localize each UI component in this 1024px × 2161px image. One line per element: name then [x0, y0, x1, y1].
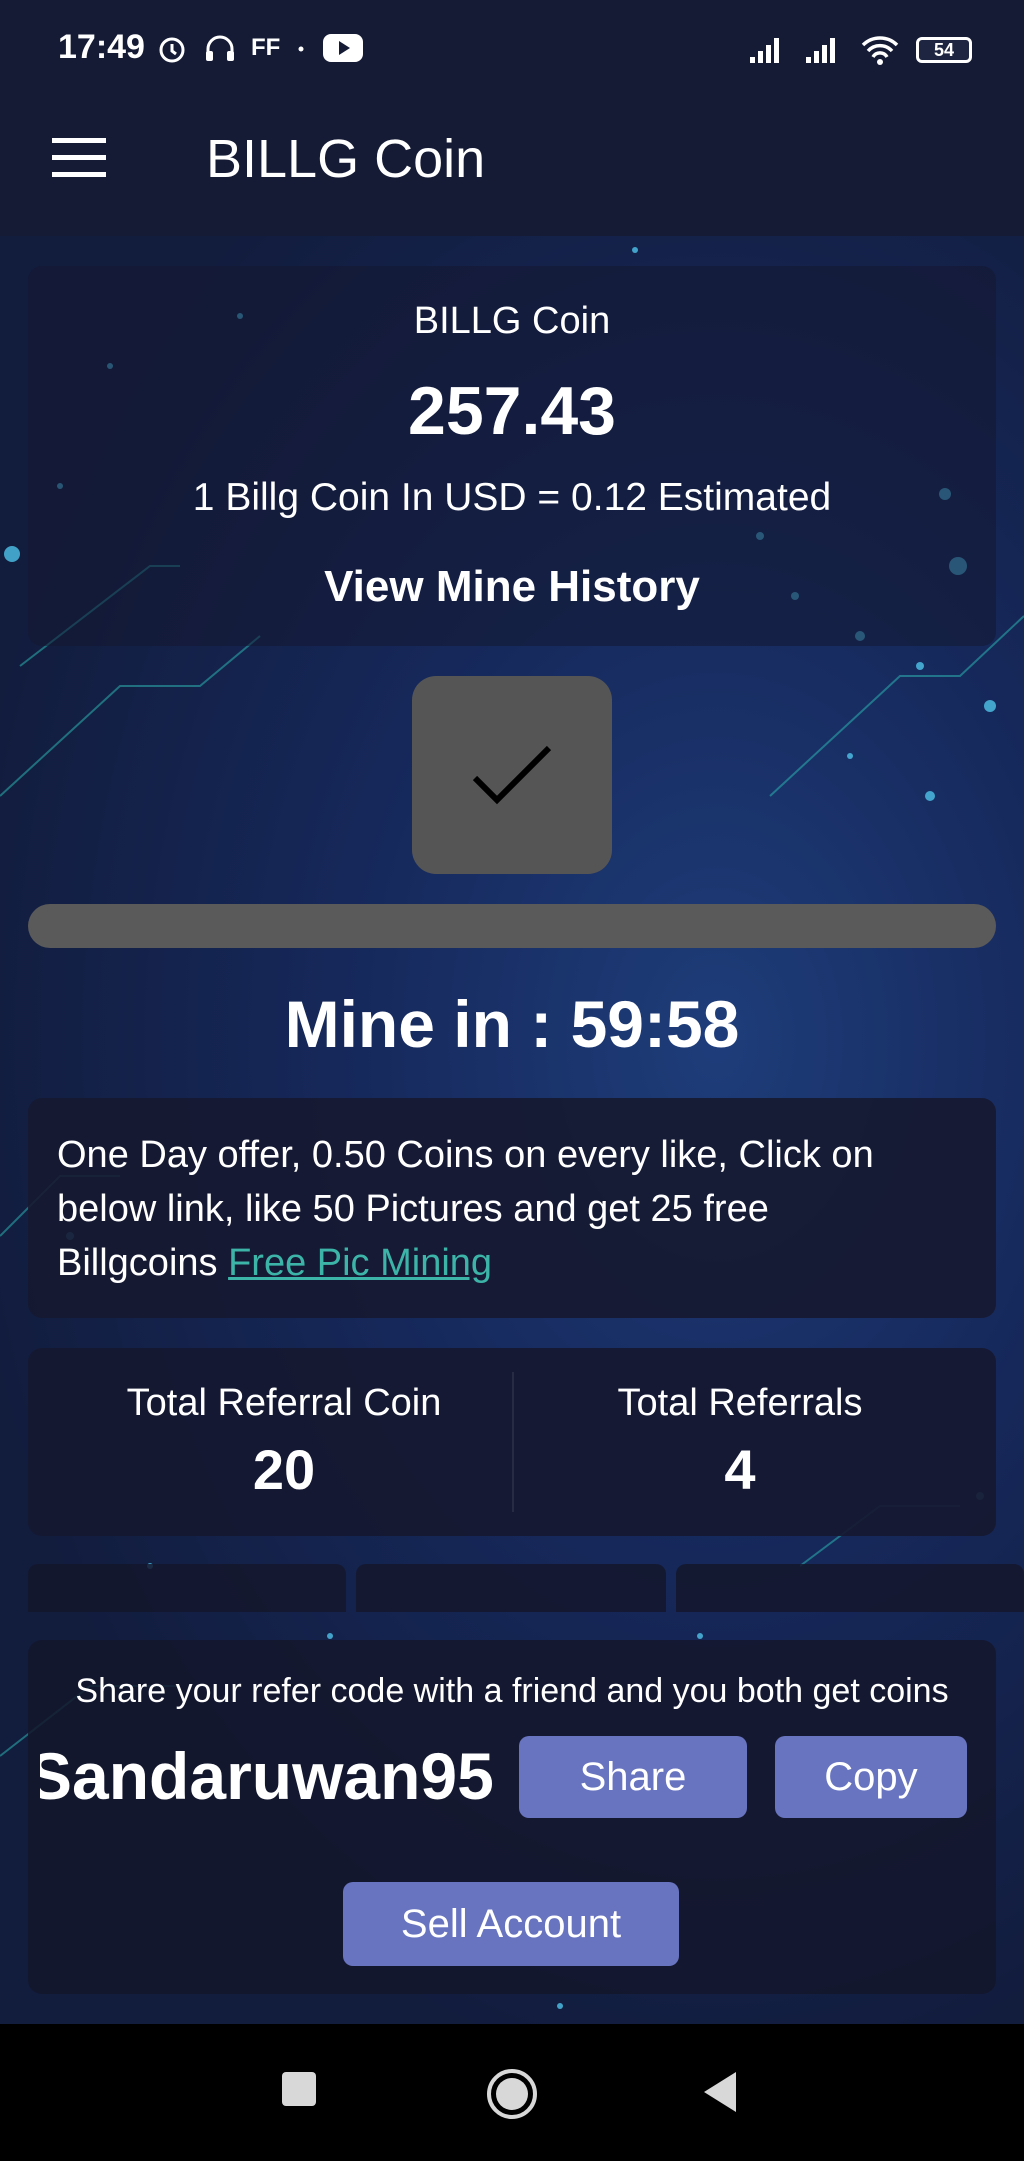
partial-tab[interactable]	[356, 1564, 666, 1612]
total-referral-coin-value: 20	[252, 1438, 316, 1501]
check-icon	[472, 745, 552, 805]
total-referral-coin: Total Referral Coin 20	[42, 1382, 526, 1502]
offer-text: One Day offer, 0.50 Coins on every like,…	[57, 1128, 917, 1290]
signal-icon	[750, 38, 779, 63]
partial-tab[interactable]	[676, 1564, 1024, 1612]
ff-icon: FF	[251, 34, 281, 61]
status-icons-left: FF	[155, 28, 364, 68]
total-referrals: Total Referrals 4	[498, 1382, 982, 1502]
status-bar: 17:49 FF 54	[0, 0, 1024, 100]
coin-balance: 257.43	[408, 373, 616, 449]
mine-countdown: Mine in : 59:58	[284, 987, 740, 1061]
total-referral-coin-label: Total Referral Coin	[126, 1382, 442, 1424]
total-referrals-label: Total Referrals	[617, 1382, 863, 1424]
signal-icon	[806, 38, 835, 63]
mine-button[interactable]	[412, 676, 612, 874]
free-pic-mining-link[interactable]: Free Pic Mining	[228, 1242, 492, 1284]
mining-progress-bar	[28, 904, 996, 948]
wifi-icon	[861, 36, 899, 65]
usd-rate-text: 1 Billg Coin In USD = 0.12 Estimated	[192, 476, 832, 519]
total-referrals-value: 4	[724, 1438, 756, 1501]
status-icons-right: 54	[748, 30, 972, 70]
youtube-icon	[323, 34, 364, 62]
app-title: BILLG Coin	[206, 129, 486, 189]
app-bar: BILLG Coin	[0, 100, 1024, 236]
recents-icon[interactable]	[282, 2072, 316, 2106]
referral-code: Sandaruwan95	[40, 1738, 500, 1814]
share-button[interactable]: Share	[519, 1736, 747, 1818]
copy-button[interactable]: Copy	[775, 1736, 967, 1818]
share-instructions: Share your refer code with a friend and …	[75, 1672, 949, 1710]
back-icon[interactable]	[700, 2070, 740, 2114]
partial-tab-strip	[28, 1564, 1024, 1612]
headset-icon	[206, 35, 234, 61]
referral-code-text: Sandaruwan95	[40, 1739, 494, 1813]
home-icon[interactable]	[486, 2068, 538, 2120]
view-mine-history-link[interactable]: View Mine History	[0, 562, 1024, 612]
sell-account-button[interactable]: Sell Account	[343, 1882, 679, 1966]
hamburger-menu-icon[interactable]	[52, 136, 106, 180]
status-time: 17:49	[58, 28, 145, 66]
battery-icon: 54	[916, 37, 972, 63]
dot-icon	[298, 46, 304, 52]
coin-label: BILLG Coin	[413, 300, 611, 342]
partial-tab[interactable]	[28, 1564, 346, 1612]
alarm-icon	[159, 37, 185, 63]
